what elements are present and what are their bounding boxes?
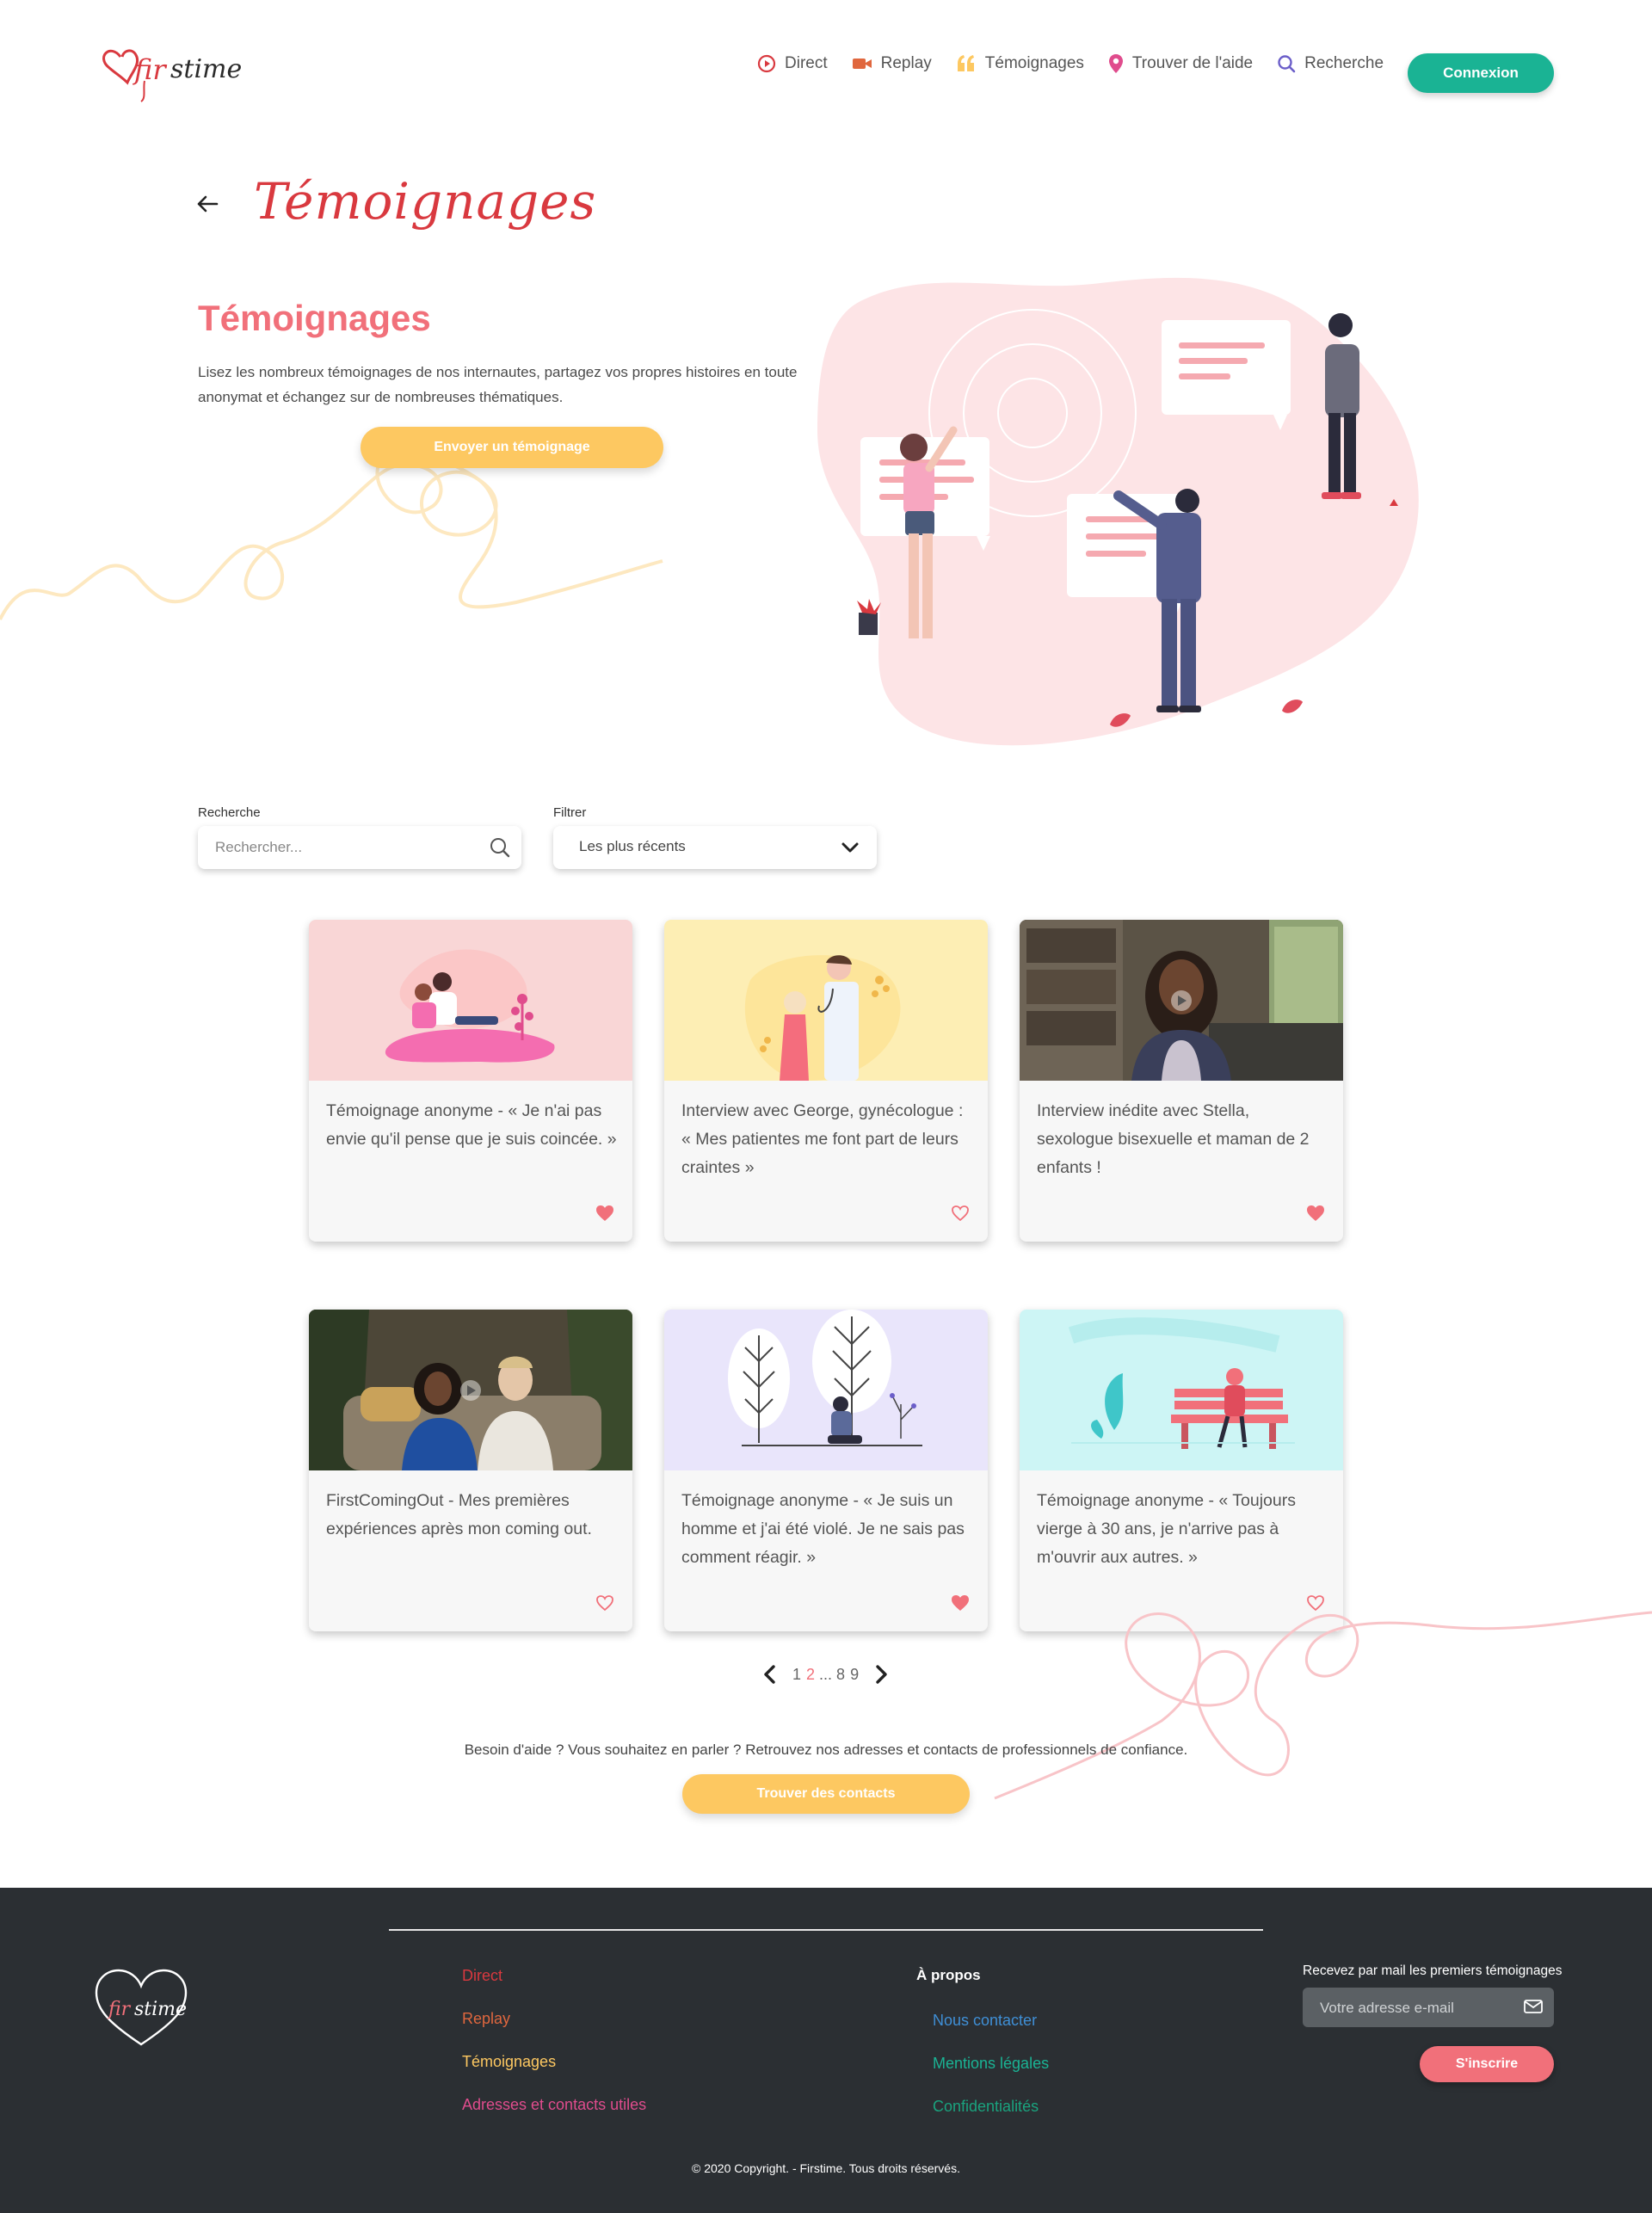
svg-text:fir: fir [107,1999,132,2020]
testimony-card[interactable]: Témoignage anonyme - « Toujours vierge à… [1020,1310,1343,1631]
chevron-right-icon[interactable] [873,1664,889,1685]
heart-filled-icon[interactable] [595,1204,615,1223]
svg-text:stime: stime [134,1999,187,2020]
newsletter-email-input[interactable] [1320,1998,1509,2019]
footer-link-direct[interactable]: Direct [462,1965,646,1987]
page-link-8[interactable]: 8 [836,1666,845,1684]
filter-label: Filtrer [553,805,587,820]
footer-link-adresses[interactable]: Adresses et contacts utiles [462,2094,646,2116]
testimony-card[interactable]: FirstComingOut - Mes premières expérienc… [309,1310,632,1631]
play-circle-icon [757,54,776,73]
send-testimony-button[interactable]: Envoyer un témoignage [361,427,663,468]
page-link-1[interactable]: 1 [792,1666,801,1684]
card-title: FirstComingOut - Mes premières expérienc… [326,1491,592,1538]
card-thumbnail-couple [309,920,632,1081]
nav-temoignages[interactable]: Témoignages [956,54,1084,73]
map-pin-icon [1108,54,1123,73]
footer-about-title: À propos [916,1967,981,1983]
main-nav: Direct Replay Témoignages Trouver de l'a… [757,53,1408,74]
nav-replay-label: Replay [880,54,932,72]
search-icon [1278,55,1296,73]
card-title: Témoignage anonyme - « Je n'ai pas envie… [326,1101,617,1149]
footer-about-links: Nous contacter Mentions légales Confiden… [933,2010,1049,2139]
filter-select[interactable]: Les plus récents [553,826,877,869]
page-link-9[interactable]: 9 [850,1666,859,1684]
nav-trouver-aide-label: Trouver de l'aide [1131,54,1254,72]
nav-direct[interactable]: Direct [757,54,828,73]
card-title: Interview avec George, gynécologue : « M… [681,1101,964,1177]
site-header: fir stime Direct Replay Témoignages Trou… [0,0,1652,146]
footer-nav: Direct Replay Témoignages Adresses et co… [462,1965,646,2137]
footer-link-replay[interactable]: Replay [462,2008,646,2030]
mail-icon [1524,2000,1543,2013]
testimony-card[interactable]: Interview inédite avec Stella, sexologue… [1020,920,1343,1242]
card-title: Témoignage anonyme - « Toujours vierge à… [1037,1491,1296,1567]
svg-text:stime: stime [170,54,242,84]
hero-description: Lisez les nombreux témoignages de nos in… [198,364,798,405]
heart-filled-icon[interactable] [950,1593,971,1612]
heart-outline-icon[interactable] [950,1204,971,1223]
search-input[interactable] [215,836,473,859]
card-thumbnail-video-stella [1020,920,1343,1081]
hero-title: Témoignages [198,298,431,338]
footer-logo[interactable]: fir stime [93,1967,189,2053]
newsletter-email-field [1303,1988,1554,2027]
nav-temoignages-label: Témoignages [984,54,1084,72]
nav-replay[interactable]: Replay [852,54,932,73]
testimony-card[interactable]: Témoignage anonyme - « Je n'ai pas envie… [309,920,632,1242]
filter-selected-value: Les plus récents [579,838,686,854]
nav-recherche-label: Recherche [1304,54,1384,72]
footer-link-confidentialite[interactable]: Confidentialités [933,2096,1049,2117]
card-title: Témoignage anonyme - « Je suis un homme … [681,1491,965,1567]
search-field [198,826,521,869]
find-contacts-button[interactable]: Trouver des contacts [682,1774,970,1814]
footer-link-contact[interactable]: Nous contacter [933,2010,1049,2031]
footer-link-temoignages[interactable]: Témoignages [462,2051,646,2073]
decorative-squiggle [0,450,663,620]
copyright-text: © 2020 Copyright. - Firstime. Tous droit… [692,2161,960,2175]
page-ellipsis: ... [819,1665,833,1683]
back-arrow-icon[interactable] [194,191,220,217]
site-footer: fir stime Direct Replay Témoignages Adre… [0,1888,1652,2213]
card-thumbnail-bench [1020,1310,1343,1470]
help-text: Besoin d'aide ? Vous souhaitez en parler… [464,1741,1188,1758]
hero-illustration [817,277,1419,746]
search-label: Recherche [198,805,261,820]
card-thumbnail-trees [664,1310,988,1470]
nav-direct-label: Direct [785,54,828,72]
testimony-card[interactable]: Interview avec George, gynécologue : « M… [664,920,988,1242]
nav-trouver-aide[interactable]: Trouver de l'aide [1108,53,1253,74]
heart-outline-icon[interactable] [595,1593,615,1612]
pagination: 1 2 ... 8 9 [750,1661,901,1688]
newsletter-label: Recevez par mail les premiers témoignage… [1303,1963,1563,1978]
firstime-logo[interactable]: fir stime [102,38,252,105]
svg-text:fir: fir [133,53,167,86]
page-link-current[interactable]: 2 [806,1666,815,1684]
subscribe-button[interactable]: S'inscrire [1420,2046,1554,2082]
footer-link-mentions[interactable]: Mentions légales [933,2053,1049,2074]
nav-recherche[interactable]: Recherche [1277,54,1384,73]
login-button[interactable]: Connexion [1408,53,1554,93]
quote-icon [957,55,974,71]
heart-filled-icon[interactable] [1305,1204,1326,1223]
card-thumbnail-video-comingout [309,1310,632,1470]
card-title: Interview inédite avec Stella, sexologue… [1037,1101,1310,1177]
video-camera-icon [852,59,872,69]
card-thumbnail-doctor [664,920,988,1081]
chevron-down-icon [841,842,859,853]
decorative-squiggle [994,1611,1652,1800]
testimony-card[interactable]: Témoignage anonyme - « Je suis un homme … [664,1310,988,1631]
search-icon[interactable] [489,836,511,859]
page-title: Témoignages [254,172,597,231]
chevron-left-icon[interactable] [762,1664,778,1685]
footer-divider [389,1929,1263,1931]
